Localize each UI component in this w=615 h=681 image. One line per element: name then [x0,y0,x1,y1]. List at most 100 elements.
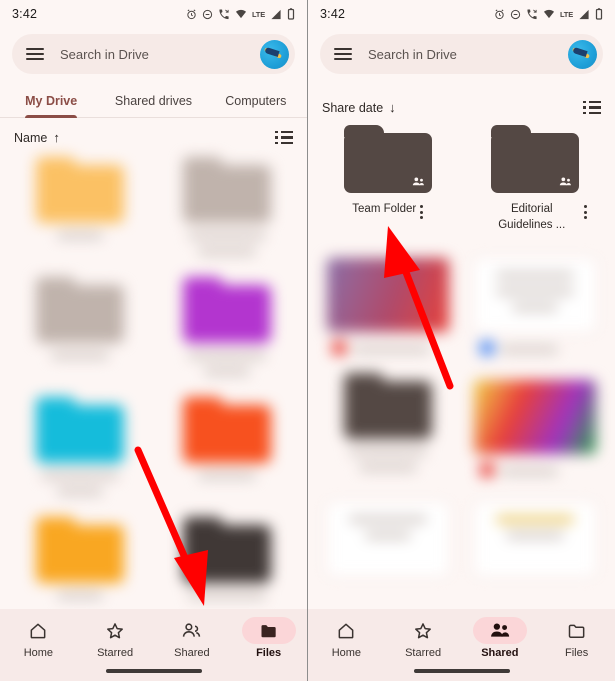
screenshot-pair: 3:42 LTE Search in Drive My Drive Shared… [0,0,615,681]
list-item[interactable] [318,369,458,485]
hamburger-icon[interactable] [334,48,352,60]
hamburger-icon[interactable] [26,48,44,60]
tab-my-drive[interactable]: My Drive [0,94,102,117]
nav-item-shared[interactable]: Shared [154,617,231,659]
shared-folder-icon [343,125,432,193]
file-grid-left [0,153,307,611]
nav-label-shared: Shared [174,647,210,659]
sort-button[interactable]: Share date ↓ [322,100,396,115]
bottom-navigation-right: Home Starred Shared Files [308,609,615,681]
sort-direction-icon: ↓ [389,100,396,115]
sort-row: Share date ↓ [308,74,615,123]
list-item[interactable] [158,393,298,507]
home-icon [338,623,354,638]
nav-pill-shared [472,617,527,644]
account-avatar[interactable] [260,39,289,69]
battery-icon [595,8,603,20]
nav-item-files[interactable]: Files [538,617,615,659]
signal-icon [271,9,281,19]
missed-call-icon [527,8,537,19]
list-view-icon[interactable] [275,130,293,145]
search-area: Search in Drive [0,28,307,74]
search-input[interactable]: Search in Drive [60,47,260,62]
lte-label: LTE [559,9,573,19]
nav-label-files: Files [565,647,589,659]
nav-label-home: Home [23,647,54,659]
status-bar: 3:42 LTE [0,0,307,28]
people-badge-icon [560,177,572,186]
wifi-icon [235,9,247,18]
nav-item-home[interactable]: Home [308,617,385,659]
battery-icon [287,8,295,20]
drive-tabs: My Drive Shared drives Computers [0,78,307,118]
kebab-menu-icon[interactable] [420,202,424,219]
status-icons: LTE [494,8,603,20]
status-clock: 3:42 [320,7,346,21]
nav-label-home: Home [331,647,362,659]
list-item[interactable] [466,247,606,363]
nav-pill-shared [165,617,219,644]
nav-label-files: Files [256,647,282,659]
sort-label: Name [14,130,48,145]
folder-icon [568,624,585,638]
nav-item-shared[interactable]: Shared [462,617,539,659]
status-bar: 3:42 LTE [308,0,615,28]
card-label: Editorial Guidelines ... [470,202,602,233]
search-area: Search in Drive [308,28,615,74]
tab-computers[interactable]: Computers [205,94,307,117]
nav-item-home[interactable]: Home [0,617,77,659]
file-name: Editorial Guidelines ... [498,203,566,231]
nav-item-starred[interactable]: Starred [77,617,154,659]
nav-item-files[interactable]: Files [230,617,307,659]
sort-button[interactable]: Name ↑ [14,130,60,145]
folder-icon [261,624,276,637]
list-item[interactable]: Editorial Guidelines ... [466,123,606,241]
search-input[interactable]: Search in Drive [368,47,568,62]
nav-pill-starred [396,617,450,644]
list-item[interactable]: Team Folder [318,123,458,241]
tab-shared-drives[interactable]: Shared drives [102,94,204,117]
card-label: Team Folder [322,202,454,219]
file-grid-right: Team Folder Editorial Guidelines ... [308,123,615,585]
nav-label-starred: Starred [405,647,442,659]
home-icon [30,623,46,638]
file-name: Team Folder [352,203,417,215]
account-avatar[interactable] [568,39,597,69]
list-item[interactable] [318,247,458,363]
star-icon [107,622,124,638]
list-item[interactable] [158,153,298,267]
list-item[interactable] [466,369,606,485]
bottom-navigation-left: Home Starred Shared Files [0,609,307,681]
sort-label: Share date [322,100,384,115]
list-item[interactable] [10,513,150,611]
sort-direction-icon: ↑ [53,130,60,145]
list-item[interactable] [158,273,298,387]
nav-pill-starred [88,617,142,644]
list-item[interactable] [158,513,298,611]
list-item[interactable] [466,491,606,585]
status-icons: LTE [186,8,295,20]
list-item[interactable] [318,491,458,585]
search-bar[interactable]: Search in Drive [320,34,603,74]
signal-icon [579,9,589,19]
alarm-icon [187,8,196,19]
list-item[interactable] [10,273,150,387]
alarm-icon [495,8,504,19]
do-not-disturb-icon [510,9,521,19]
people-icon [183,623,201,637]
list-view-icon[interactable] [583,100,601,115]
kebab-menu-icon[interactable] [583,202,587,219]
nav-pill-home [319,617,373,644]
list-item[interactable] [10,393,150,507]
nav-item-starred[interactable]: Starred [385,617,462,659]
list-item[interactable] [10,153,150,267]
nav-pill-home [11,617,65,644]
status-clock: 3:42 [12,7,38,21]
gesture-bar [413,669,510,673]
missed-call-icon [219,8,229,19]
right-phone-screen: 3:42 LTE Search in Drive Share date ↓ Te… [308,0,615,681]
star-icon [415,622,432,638]
tab-shared-drives-label: Shared drives [114,94,193,108]
search-bar[interactable]: Search in Drive [12,34,295,74]
shared-folder-icon [491,125,580,193]
